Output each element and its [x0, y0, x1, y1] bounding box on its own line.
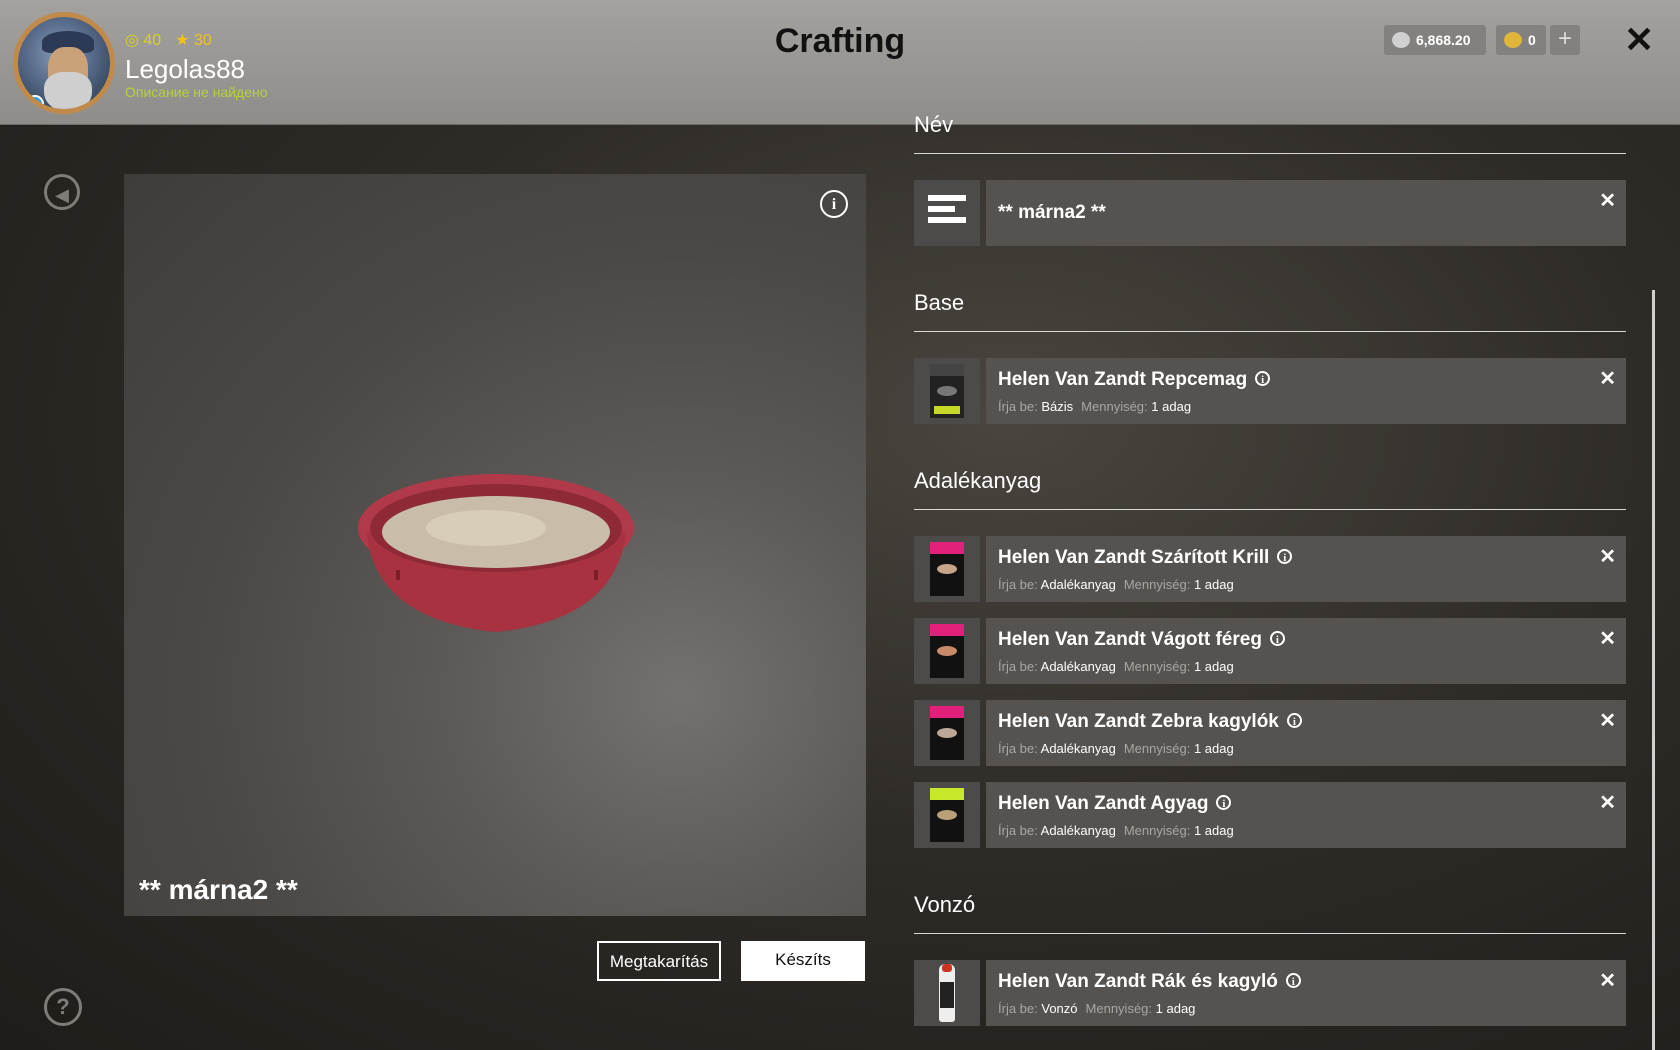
name-field[interactable]: ** márna2 ** ✕ [986, 180, 1626, 246]
divider [914, 153, 1626, 154]
info-icon[interactable]: i [1285, 973, 1301, 988]
remove-ingredient-button[interactable]: ✕ [1599, 790, 1616, 815]
ingredient-details: Írja be: Adalékanyag Mennyiség: 1 adag [998, 823, 1234, 838]
ingredient-name: Helen Van Zandt Zebra kagylók i [998, 711, 1302, 733]
ingredient-name: Helen Van Zandt Agyag i [998, 793, 1232, 815]
ingredient-details: Írja be: Adalékanyag Mennyiség: 1 adag [998, 659, 1234, 674]
ingredient-row[interactable]: Helen Van Zandt Repcemag i Írja be: Bázis… [914, 358, 1626, 424]
help-button[interactable]: ? [44, 988, 82, 1026]
ingredient-row[interactable]: Helen Van Zandt Rák és kagyló i Írja be: … [914, 960, 1626, 1026]
ingredient-row[interactable]: Helen Van Zandt Szárított Krill i Írja be… [914, 536, 1626, 602]
info-icon[interactable]: i [1216, 795, 1232, 810]
globe-icon [26, 95, 44, 109]
divider [914, 509, 1626, 510]
remove-ingredient-button[interactable]: ✕ [1599, 544, 1616, 569]
close-button[interactable]: ✕ [1624, 20, 1654, 60]
ingredient-details: Írja be: Vonzó Mennyiség: 1 adag [998, 1001, 1196, 1016]
bait-bowl-image [358, 474, 634, 632]
info-icon[interactable]: i [820, 190, 848, 218]
top-bar: ◎ 40 ★ 30 Legolas88 Описание не найдено … [0, 0, 1680, 125]
ingredient-name: Helen Van Zandt Szárított Krill i [998, 547, 1293, 569]
divider [914, 933, 1626, 934]
info-icon[interactable]: i [1286, 713, 1302, 728]
remove-ingredient-button[interactable]: ✕ [1599, 366, 1616, 391]
ingredient-thumbnail [914, 700, 980, 766]
scrollbar[interactable] [1652, 290, 1655, 1050]
ingredient-details: Írja be: Bázis Mennyiség: 1 adag [998, 399, 1192, 414]
info-icon[interactable]: i [1255, 371, 1271, 386]
name-icon-tile [914, 180, 980, 246]
silver-balance: 6,868.20 [1384, 25, 1486, 55]
ingredient-details: Írja be: Adalékanyag Mennyiség: 1 adag [998, 577, 1234, 592]
ingredient-thumbnail [914, 782, 980, 848]
ingredient-row[interactable]: Helen Van Zandt Zebra kagylók i Írja be: … [914, 700, 1626, 766]
save-button[interactable]: Megtakarítás [597, 941, 721, 981]
ingredient-row[interactable]: Helen Van Zandt Agyag i Írja be: Adalékan… [914, 782, 1626, 848]
ingredient-thumbnail [914, 536, 980, 602]
ingredient-thumbnail [914, 358, 980, 424]
bait-preview-viewport[interactable]: i ** márna2 ** [124, 174, 866, 916]
clear-name-button[interactable]: ✕ [1599, 188, 1616, 213]
back-button[interactable]: ◀ [44, 174, 80, 210]
gold-coins-icon [1504, 32, 1522, 48]
bait-preview-name: ** márna2 ** [139, 874, 298, 905]
section-heading-base: Base [914, 290, 965, 315]
ingredient-name: Helen Van Zandt Rák és kagyló i [998, 971, 1301, 993]
remove-ingredient-button[interactable]: ✕ [1599, 626, 1616, 651]
section-heading-attractant: Vonzó [914, 892, 976, 917]
ingredient-row[interactable]: Helen Van Zandt Vágott féreg i Írja be: A… [914, 618, 1626, 684]
name-row[interactable]: ** márna2 ** ✕ [914, 180, 1626, 246]
ingredient-details: Írja be: Adalékanyag Mennyiség: 1 adag [998, 741, 1234, 756]
silver-coins-icon [1392, 32, 1410, 48]
section-heading-name: Név [914, 112, 954, 137]
info-icon[interactable]: i [1269, 631, 1285, 646]
ingredient-name: Helen Van Zandt Vágott féreg i [998, 629, 1285, 651]
ingredient-name: Helen Van Zandt Repcemag i [998, 369, 1271, 391]
ingredient-thumbnail [914, 618, 980, 684]
info-icon[interactable]: i [1277, 549, 1293, 564]
player-description: Описание не найдено [125, 84, 268, 100]
ingredient-thumbnail [914, 960, 980, 1026]
gold-balance: 0 [1496, 25, 1546, 55]
text-lines-icon [928, 195, 966, 231]
add-gold-button[interactable]: + [1550, 25, 1580, 55]
remove-ingredient-button[interactable]: ✕ [1599, 968, 1616, 993]
remove-ingredient-button[interactable]: ✕ [1599, 708, 1616, 733]
divider [914, 331, 1626, 332]
recipe-name-value: ** márna2 ** [998, 202, 1106, 223]
section-heading-additive: Adalékanyag [914, 468, 1042, 493]
craft-button[interactable]: Készíts [741, 941, 865, 981]
